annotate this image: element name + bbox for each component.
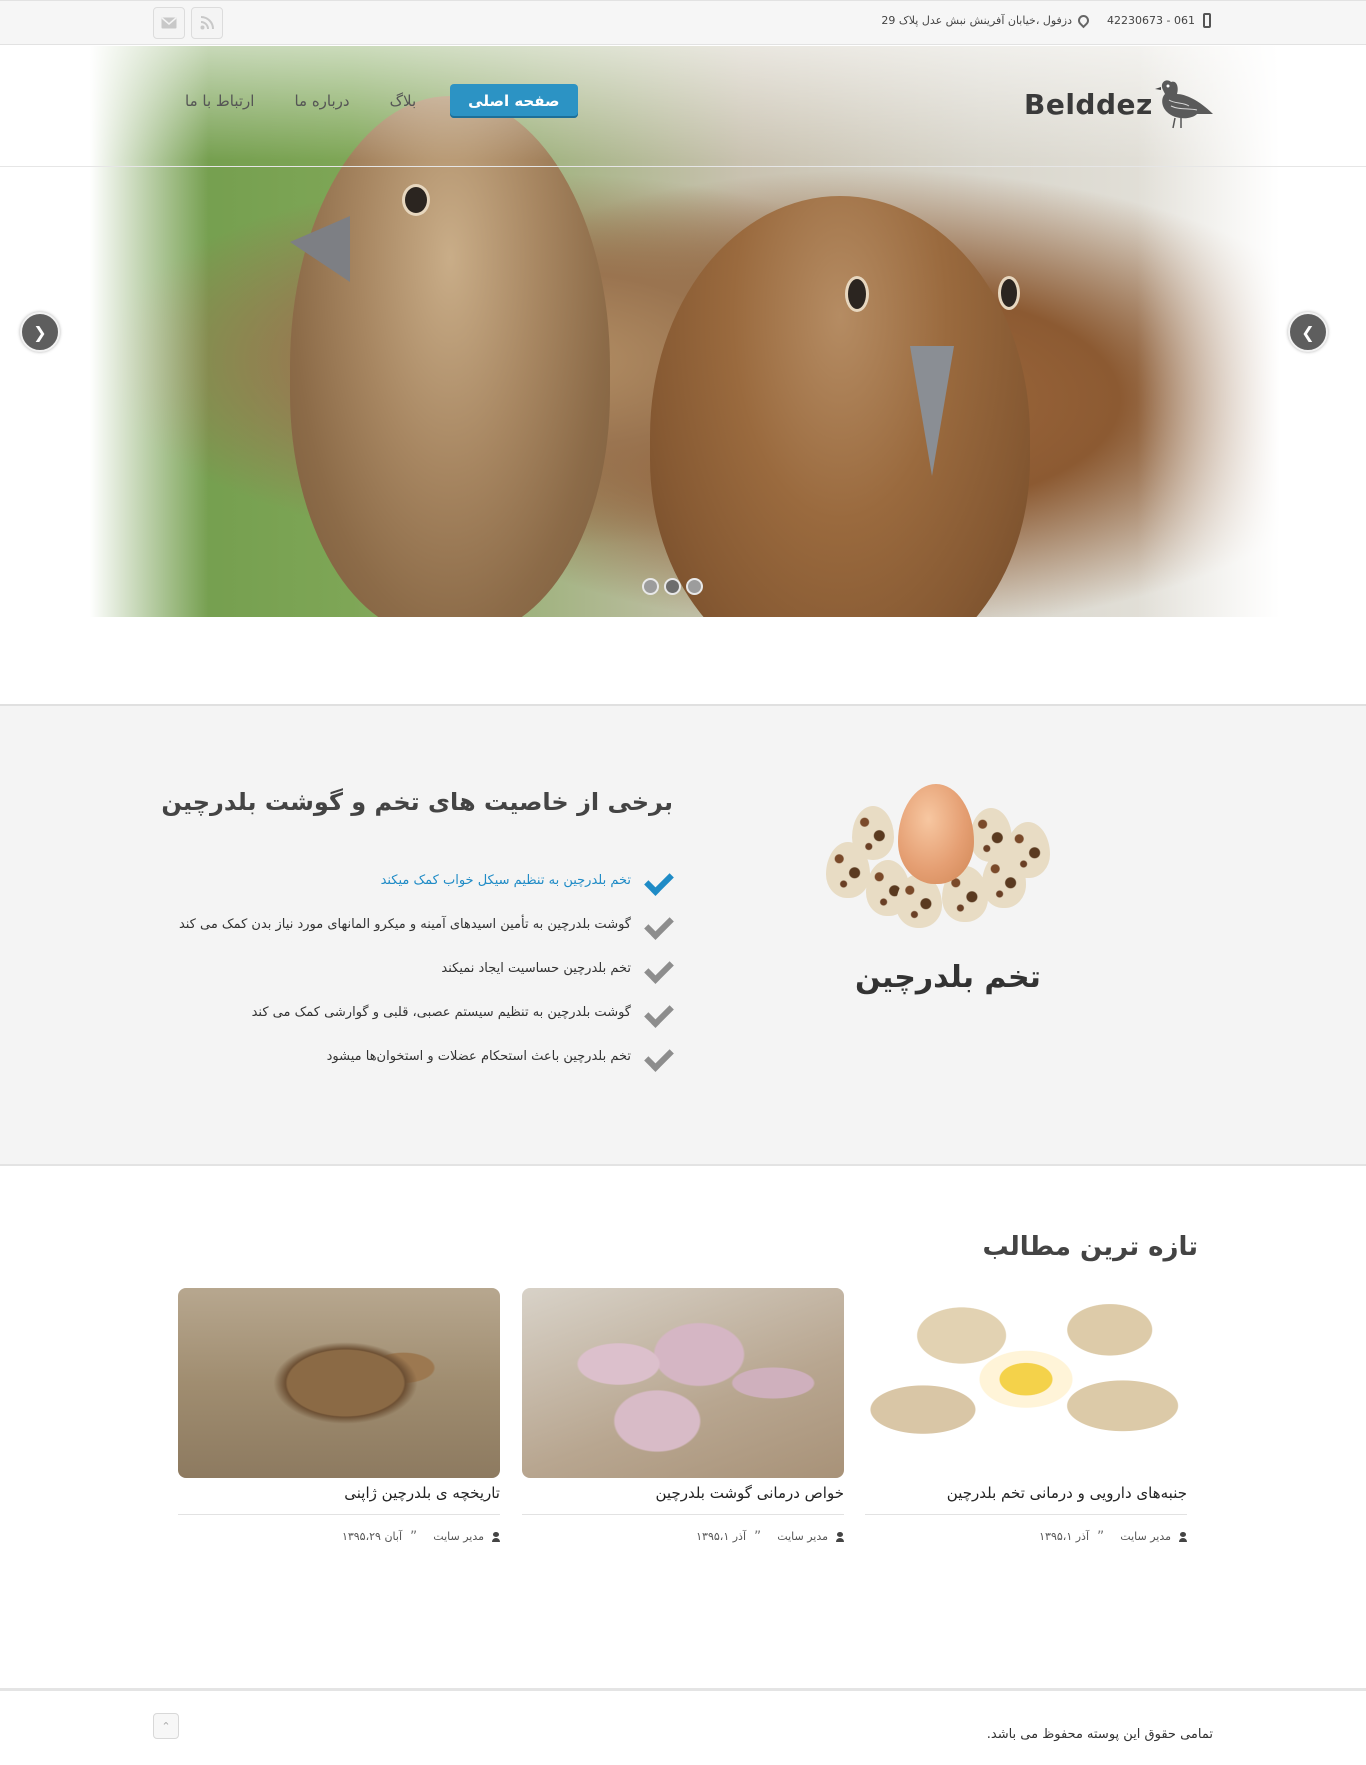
post-card: جنبه‌های دارویی و درمانی تخم بلدرچین مدی…: [865, 1288, 1187, 1545]
chevron-right-icon: ❯: [1301, 322, 1315, 342]
user-icon: [1179, 1531, 1187, 1542]
post-thumbnail[interactable]: [522, 1288, 844, 1478]
post-title[interactable]: جنبه‌های دارویی و درمانی تخم بلدرچین: [865, 1484, 1187, 1502]
features-section: برخی از خاصیت های تخم و گوشت بلدرچین تخم…: [0, 704, 1366, 1166]
feature-text: تخم بلدرچین باعث استحکام عضلات و استخوان…: [326, 1048, 631, 1064]
post-meta: مدیر سایت ” آذر ۱۳۹۵،۱: [865, 1528, 1187, 1545]
latest-posts-title: تازه ترین مطالب: [982, 1232, 1198, 1262]
post-meta: مدیر سایت ” آبان ۱۳۹۵،۲۹: [178, 1528, 500, 1545]
eggs-caption: تخم بلدرچین: [855, 960, 1041, 995]
mobile-phone-icon: [1203, 13, 1211, 28]
post-author: مدیر سایت: [433, 1530, 484, 1543]
post-title[interactable]: خواص درمانی گوشت بلدرچین: [522, 1484, 845, 1502]
feature-text: گوشت بلدرچین به تأمین اسیدهای آمینه و می…: [178, 916, 631, 932]
email-icon[interactable]: [153, 7, 185, 39]
quote-icon: ”: [754, 1528, 762, 1545]
post-divider: [865, 1514, 1187, 1515]
post-thumbnail[interactable]: [178, 1288, 500, 1478]
map-pin-icon: [1075, 12, 1092, 29]
rss-icon[interactable]: [191, 7, 223, 39]
feature-text: تخم بلدرچین حساسیت ایجاد نمیکند: [441, 960, 631, 976]
site-footer: تمامی حقوق این پوسته محفوظ می باشد. ⌃: [0, 1688, 1366, 1765]
nav-home[interactable]: صفحه اصلی: [450, 84, 578, 118]
post-meta: مدیر سایت ” آذر ۱۳۹۵،۱: [522, 1528, 844, 1545]
post-title[interactable]: تاریخچه ی بلدرچین ژاپنی: [178, 1484, 500, 1502]
post-date: آذر ۱۳۹۵،۱: [1039, 1530, 1089, 1543]
slider-pagination: [642, 578, 703, 595]
check-icon: [643, 867, 673, 893]
features-list: تخم بلدرچین به تنظیم سیکل خواب کمک میکند…: [179, 858, 673, 1078]
address-text: دزفول ،خیابان آفرینش نبش عدل پلاک 29: [881, 14, 1073, 27]
user-icon: [492, 1531, 500, 1542]
feature-item: گوشت بلدرچین به تنظیم سیستم عصبی، قلبی و…: [179, 990, 673, 1034]
quote-icon: ”: [1097, 1528, 1105, 1545]
check-icon: [643, 999, 673, 1025]
slider-next-button[interactable]: ❯: [1288, 312, 1328, 352]
feature-text: گوشت بلدرچین به تنظیم سیستم عصبی، قلبی و…: [251, 1004, 631, 1020]
nav-about[interactable]: درباره ما: [274, 84, 369, 118]
quail-logo-icon: [1154, 80, 1213, 129]
post-date: آذر ۱۳۹۵،۱: [696, 1530, 746, 1543]
phone-number: 061 - 42230673: [1107, 14, 1195, 27]
feature-item: تخم بلدرچین به تنظیم سیکل خواب کمک میکند: [179, 858, 673, 902]
slider-prev-button[interactable]: ❮: [20, 312, 60, 352]
social-links: [153, 7, 223, 39]
chicken-egg: [898, 784, 974, 884]
slider-dot-3[interactable]: [686, 578, 703, 595]
post-date: آبان ۱۳۹۵،۲۹: [341, 1530, 402, 1543]
feature-text: تخم بلدرچین به تنظیم سیکل خواب کمک میکند: [380, 872, 631, 888]
feature-item: گوشت بلدرچین به تأمین اسیدهای آمینه و می…: [179, 902, 673, 946]
quail-eggs-image: [822, 782, 1062, 932]
post-divider: [178, 1514, 500, 1515]
nav-contact[interactable]: ارتباط با ما: [165, 84, 274, 118]
back-to-top-button[interactable]: ⌃: [153, 1713, 179, 1739]
slider-dot-2[interactable]: [664, 578, 681, 595]
feature-item: تخم بلدرچین باعث استحکام عضلات و استخوان…: [179, 1034, 673, 1078]
quail-egg: [852, 806, 894, 860]
post-thumbnail[interactable]: [865, 1288, 1187, 1478]
features-title: برخی از خاصیت های تخم و گوشت بلدرچین: [161, 788, 673, 816]
copyright-text: تمامی حقوق این پوسته محفوظ می باشد.: [986, 1727, 1213, 1742]
main-nav: ارتباط با ما درباره ما بلاگ صفحه اصلی: [165, 84, 578, 118]
quote-icon: ”: [410, 1528, 418, 1545]
check-icon: [643, 955, 673, 981]
contact-info: 061 - 42230673 دزفول ،خیابان آفرینش نبش …: [875, 12, 1211, 29]
logo-text: Belddez: [1024, 87, 1153, 121]
post-divider: [522, 1514, 844, 1515]
feature-item: تخم بلدرچین حساسیت ایجاد نمیکند: [179, 946, 673, 990]
top-bar: 061 - 42230673 دزفول ،خیابان آفرینش نبش …: [0, 0, 1366, 45]
quail-egg: [1006, 822, 1050, 878]
post-card: خواص درمانی گوشت بلدرچین مدیر سایت ” آذر…: [522, 1288, 845, 1545]
check-icon: [643, 911, 673, 937]
chevron-up-icon: ⌃: [161, 1719, 171, 1733]
site-logo[interactable]: Belddez: [1024, 76, 1215, 132]
site-header: Belddez ارتباط با ما درباره ما بلاگ صفحه…: [0, 46, 1366, 167]
slider-dot-1[interactable]: [642, 578, 659, 595]
nav-blog[interactable]: بلاگ: [370, 84, 437, 118]
user-icon: [836, 1531, 844, 1542]
post-author: مدیر سایت: [1120, 1530, 1171, 1543]
post-card: تاریخچه ی بلدرچین ژاپنی مدیر سایت ” آبان…: [178, 1288, 500, 1545]
chevron-left-icon: ❮: [33, 322, 47, 342]
check-icon: [643, 1043, 673, 1069]
post-author: مدیر سایت: [777, 1530, 828, 1543]
